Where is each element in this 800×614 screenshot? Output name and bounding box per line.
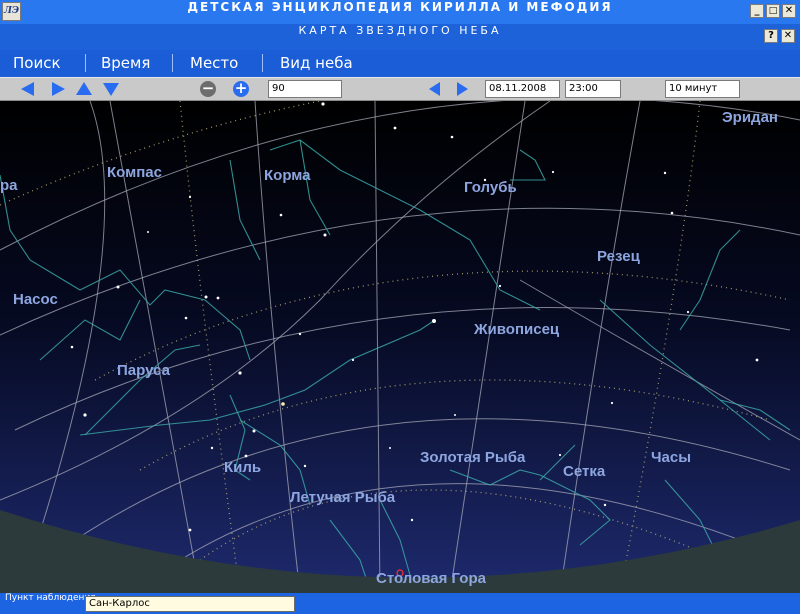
constellation-label[interactable]: Сетка [563,463,606,480]
minimize-button[interactable]: _ [750,4,764,18]
map-title-bar: КАРТА ЗВЕЗДНОГО НЕБА ? ✕ [0,24,800,48]
constellation-label[interactable]: Летучая Рыба [290,489,396,506]
time-input[interactable]: 23:00 [565,80,621,98]
time-step-input[interactable]: 10 минут [665,80,740,98]
location-label: Пункт наблюдения [5,593,96,603]
title-bar: ЛЭ ДЕТСКАЯ ЭНЦИКЛОПЕДИЯ КИРИЛЛА И МЕФОДИ… [0,0,800,24]
location-input[interactable]: Сан-Карлос [85,596,295,612]
time-back-arrow-icon[interactable] [429,82,440,96]
menu-separator [262,54,263,72]
menu-time[interactable]: Время [101,50,150,76]
help-button[interactable]: ? [764,29,778,43]
sky-map-canvas[interactable]: Эридан Компас Корма Голубь Резец Насос Ж… [0,101,800,593]
menu-bar: Поиск Время Место Вид неба [0,50,800,76]
constellation-label[interactable]: Киль [224,459,261,476]
constellation-label[interactable]: Компас [107,164,162,181]
zoom-input[interactable]: 90 [268,80,342,98]
constellation-label[interactable]: Голубь [464,179,517,196]
maximize-button[interactable]: □ [766,4,780,18]
pan-down-arrow-icon[interactable] [103,83,119,96]
map-close-button[interactable]: ✕ [781,29,795,43]
pan-up-arrow-icon[interactable] [76,82,92,95]
constellation-label[interactable]: Золотая Рыба [420,449,526,466]
menu-separator [172,54,173,72]
menu-separator [85,54,86,72]
constellation-label[interactable]: Часы [651,449,691,466]
zoom-out-icon[interactable]: − [200,81,216,97]
status-bar: Пункт наблюдения Сан-Карлос [0,593,800,614]
close-button[interactable]: ✕ [782,4,796,18]
menu-search[interactable]: Поиск [13,50,61,76]
menu-sky-view[interactable]: Вид неба [280,50,353,76]
sky-map[interactable]: Эридан Компас Корма Голубь Резец Насос Ж… [0,101,800,593]
constellation-label[interactable]: Эридан [722,109,778,126]
map-title: КАРТА ЗВЕЗДНОГО НЕБА [298,24,502,37]
constellation-label[interactable]: Резец [597,248,641,265]
app-title: ДЕТСКАЯ ЭНЦИКЛОПЕДИЯ КИРИЛЛА И МЕФОДИЯ [187,0,613,14]
constellation-label[interactable]: Корма [264,167,311,184]
constellation-label[interactable]: Насос [13,291,58,308]
constellation-label[interactable]: Живописец [473,321,560,338]
menu-place[interactable]: Место [190,50,238,76]
date-input[interactable]: 08.11.2008 [485,80,560,98]
toolbar: − + 90 08.11.2008 23:00 10 минут [0,77,800,101]
time-forward-arrow-icon[interactable] [457,82,468,96]
zoom-in-icon[interactable]: + [233,81,249,97]
constellation-label[interactable]: ра [0,177,18,194]
constellation-label[interactable]: Паруса [117,362,171,379]
pan-left-arrow-icon[interactable] [21,82,34,96]
constellation-label[interactable]: Столовая Гора [376,570,487,587]
pan-right-arrow-icon[interactable] [52,82,65,96]
